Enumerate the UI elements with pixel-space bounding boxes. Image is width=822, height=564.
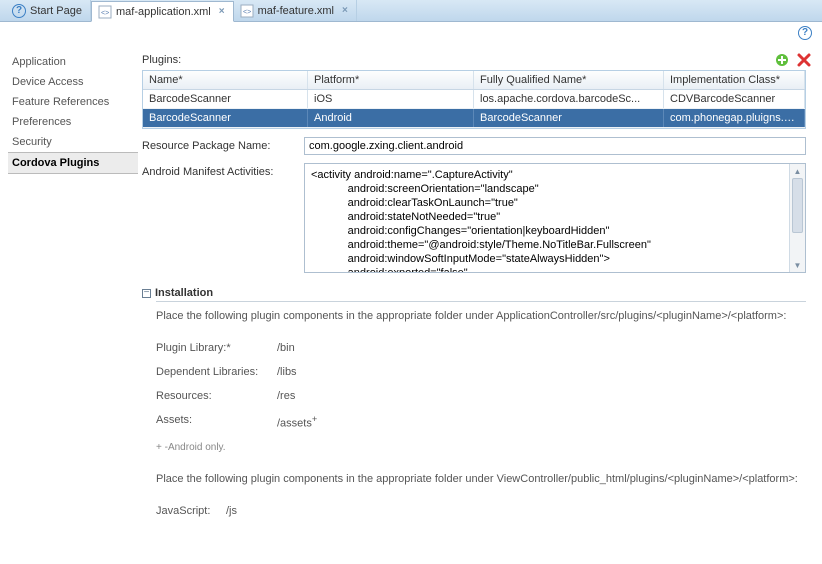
installation-title: Installation	[155, 287, 213, 299]
tab-label: maf-feature.xml	[258, 5, 334, 17]
tab-maf-application[interactable]: <> maf-application.xml ×	[91, 1, 234, 22]
cell-name: BarcodeScanner	[143, 90, 308, 108]
sidebar-item-preferences[interactable]: Preferences	[8, 112, 138, 132]
table-header: Name* Platform* Fully Qualified Name* Im…	[143, 71, 805, 90]
content-area: Application Device Access Feature Refere…	[0, 44, 822, 564]
resource-package-label: Resource Package Name:	[142, 137, 304, 152]
plugins-section-label: Plugins:	[142, 54, 181, 66]
scroll-up-icon[interactable]: ▲	[790, 164, 805, 178]
plugins-table: Name* Platform* Fully Qualified Name* Im…	[142, 70, 806, 129]
add-plugin-icon[interactable]	[774, 52, 790, 68]
label: Dependent Libraries:	[156, 366, 271, 378]
manifest-activities-textarea[interactable]	[305, 164, 789, 272]
close-icon[interactable]: ×	[342, 5, 348, 16]
list-item: Dependent Libraries: /libs	[156, 360, 812, 384]
scrollbar[interactable]: ▲ ▼	[789, 164, 805, 272]
list-item: JavaScript: /js	[156, 499, 812, 523]
tab-label: Start Page	[30, 5, 82, 17]
installation-desc-2: Place the following plugin components in…	[156, 473, 812, 485]
help-icon: ?	[12, 4, 26, 18]
label: Assets:	[156, 414, 271, 430]
scroll-down-icon[interactable]: ▼	[790, 258, 805, 272]
sidebar: Application Device Access Feature Refere…	[0, 44, 142, 564]
toolbar-row: ?	[0, 22, 822, 44]
col-platform[interactable]: Platform*	[308, 71, 474, 89]
sidebar-item-security[interactable]: Security	[8, 132, 138, 152]
installation-header[interactable]: − Installation	[142, 287, 812, 299]
cell-platform: Android	[308, 109, 474, 127]
cell-fqn: los.apache.cordova.barcodeSc...	[474, 90, 664, 108]
help-icon[interactable]: ?	[798, 26, 812, 40]
manifest-activities-label: Android Manifest Activities:	[142, 163, 304, 178]
value: /assets+	[277, 414, 317, 430]
tab-maf-feature[interactable]: <> maf-feature.xml ×	[234, 0, 357, 21]
label: Resources:	[156, 390, 271, 402]
label: JavaScript:	[156, 505, 220, 517]
close-icon[interactable]: ×	[219, 6, 225, 17]
divider	[156, 301, 806, 302]
collapse-icon[interactable]: −	[142, 289, 151, 298]
installation-desc-1: Place the following plugin components in…	[156, 310, 812, 322]
value: /res	[277, 390, 295, 402]
sidebar-item-device-access[interactable]: Device Access	[8, 72, 138, 92]
tab-label: maf-application.xml	[116, 6, 211, 18]
value: /bin	[277, 342, 295, 354]
manifest-activities-wrapper: ▲ ▼	[304, 163, 806, 273]
col-impl[interactable]: Implementation Class*	[664, 71, 805, 89]
table-row[interactable]: BarcodeScanner iOS los.apache.cordova.ba…	[143, 90, 805, 109]
xml-file-icon: <>	[98, 5, 112, 19]
delete-plugin-icon[interactable]	[796, 52, 812, 68]
cell-platform: iOS	[308, 90, 474, 108]
editor-tabbar: ? Start Page <> maf-application.xml × <>…	[0, 0, 822, 22]
xml-file-icon: <>	[240, 4, 254, 18]
sidebar-item-feature-references[interactable]: Feature References	[8, 92, 138, 112]
sidebar-item-cordova-plugins[interactable]: Cordova Plugins	[8, 152, 138, 174]
list-item: Plugin Library:* /bin	[156, 336, 812, 360]
label: Plugin Library:*	[156, 342, 271, 354]
col-name[interactable]: Name*	[143, 71, 308, 89]
list-item: Resources: /res	[156, 384, 812, 408]
tab-start-page[interactable]: ? Start Page	[6, 0, 91, 21]
main-panel: Plugins: Name* Platform* Fully Qualified…	[142, 44, 822, 564]
resource-package-input[interactable]	[304, 137, 806, 155]
installation-footnote: + -Android only.	[156, 442, 812, 453]
list-item: Assets: /assets+	[156, 408, 812, 436]
cell-impl: CDVBarcodeScanner	[664, 90, 805, 108]
scroll-track[interactable]	[790, 178, 805, 258]
cell-impl: com.phonegap.pluigns.barcode...	[664, 109, 805, 127]
assets-sup: +	[312, 414, 317, 424]
scroll-thumb[interactable]	[792, 178, 803, 233]
value: /libs	[277, 366, 297, 378]
svg-text:<>: <>	[101, 10, 109, 17]
col-fqn[interactable]: Fully Qualified Name*	[474, 71, 664, 89]
value: /js	[226, 505, 237, 517]
cell-fqn: BarcodeScanner	[474, 109, 664, 127]
table-row[interactable]: BarcodeScanner Android BarcodeScanner co…	[143, 109, 805, 128]
svg-text:<>: <>	[243, 9, 251, 16]
cell-name: BarcodeScanner	[143, 109, 308, 127]
sidebar-item-application[interactable]: Application	[8, 52, 138, 72]
installation-list-2: JavaScript: /js	[156, 499, 812, 523]
installation-list: Plugin Library:* /bin Dependent Libraries…	[156, 336, 812, 436]
